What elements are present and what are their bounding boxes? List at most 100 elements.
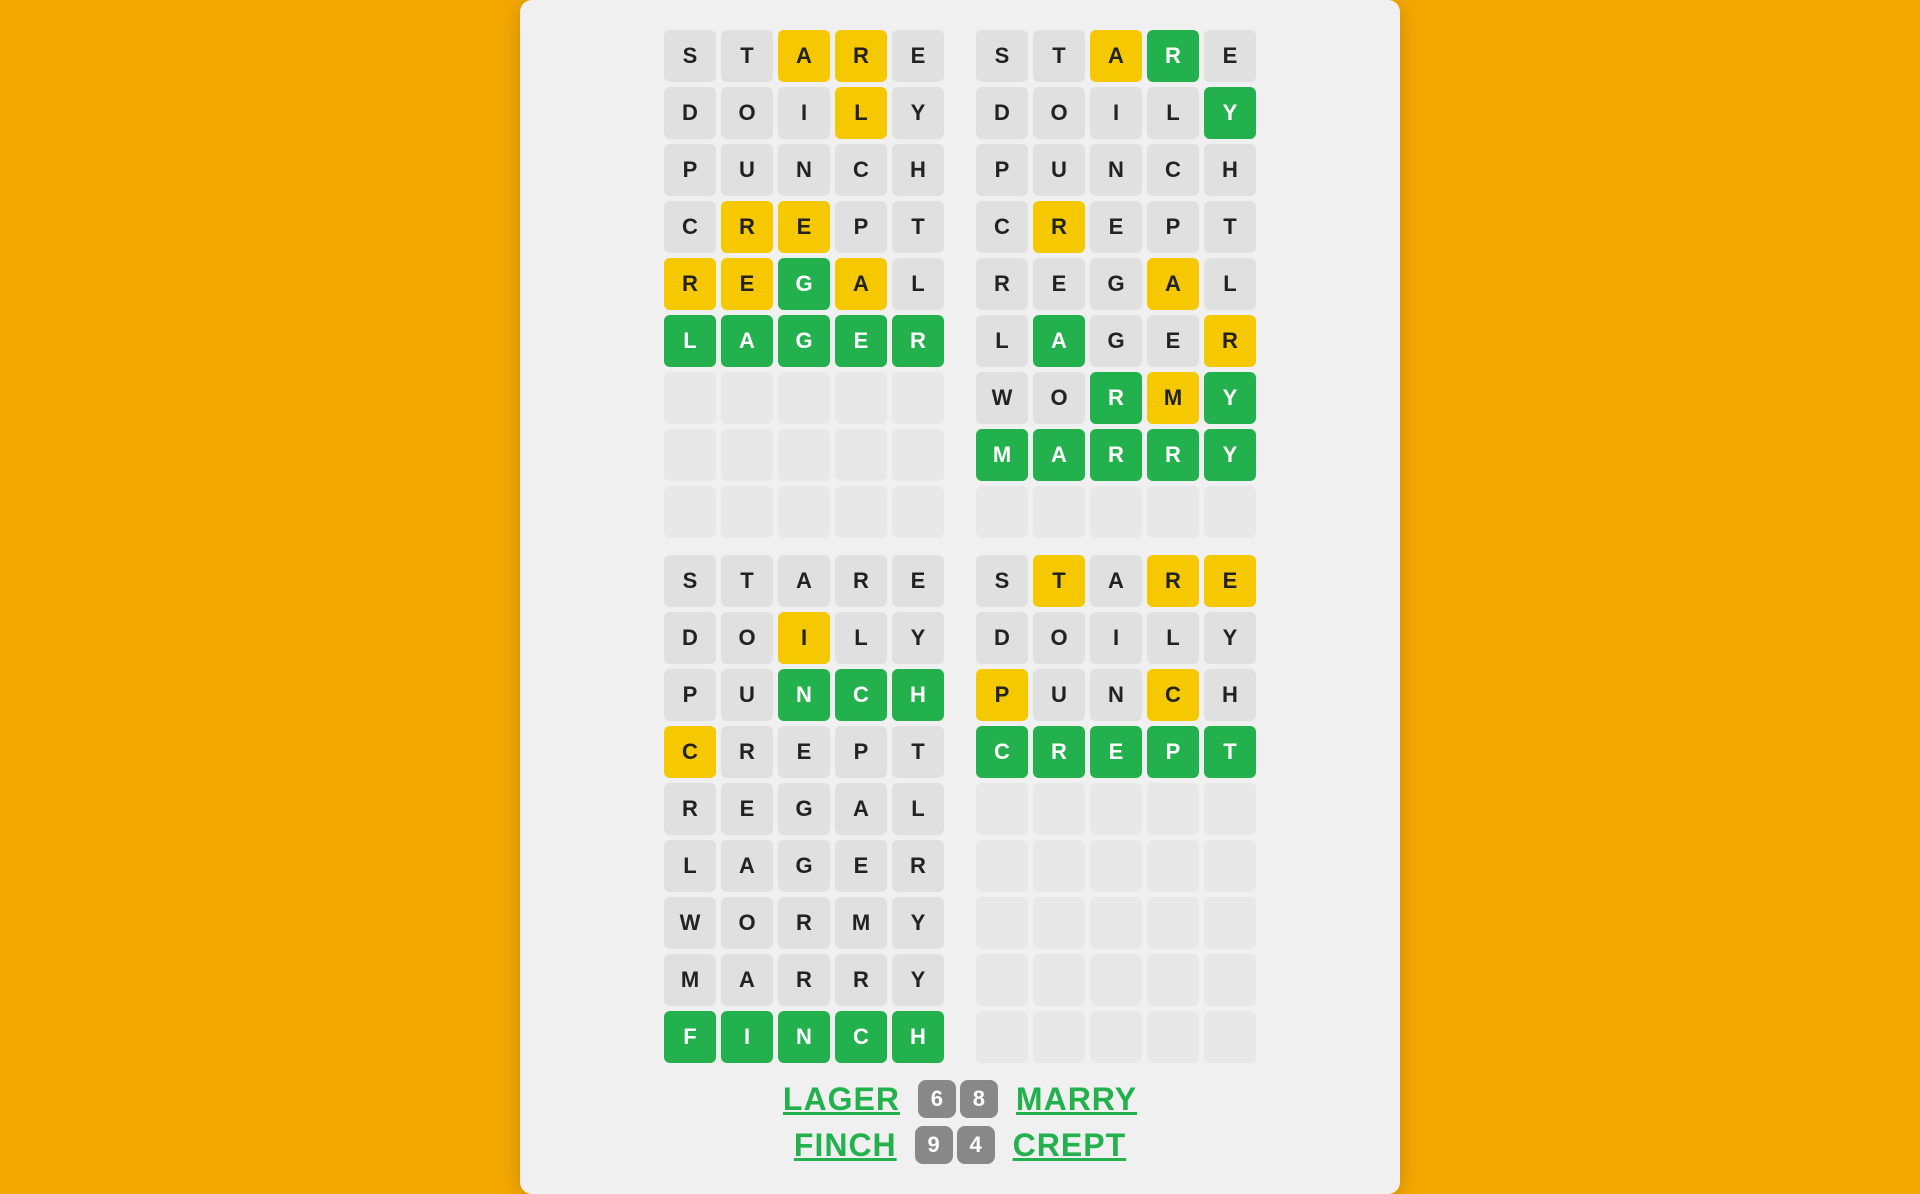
grid-cell: Y bbox=[1204, 87, 1256, 139]
grid-cell: I bbox=[721, 1011, 773, 1063]
grid-cell: G bbox=[778, 258, 830, 310]
score-badge-finch: 9 4 bbox=[915, 1126, 995, 1164]
grid-row bbox=[976, 954, 1256, 1006]
grid-cell: E bbox=[721, 258, 773, 310]
grid-cell: P bbox=[976, 144, 1028, 196]
grid-cell: R bbox=[892, 315, 944, 367]
grid-row bbox=[976, 783, 1256, 835]
grid-cell: R bbox=[778, 954, 830, 1006]
grid-row: REGAL bbox=[664, 783, 944, 835]
grid-cell: R bbox=[1033, 201, 1085, 253]
grid-cell: R bbox=[778, 897, 830, 949]
grid-row: REGAL bbox=[664, 258, 944, 310]
grid-cell-empty bbox=[1147, 840, 1199, 892]
grid-cell-empty bbox=[1033, 840, 1085, 892]
grid-cell: A bbox=[721, 315, 773, 367]
grid-cell: C bbox=[976, 201, 1028, 253]
grid-cell: E bbox=[778, 201, 830, 253]
grid-cell-empty bbox=[1204, 783, 1256, 835]
main-card: STAREDOILYPUNCHCREPTREGALLAGER STAREDOIL… bbox=[520, 0, 1400, 1194]
grid-cell: U bbox=[721, 144, 773, 196]
grid-cell: A bbox=[835, 783, 887, 835]
grid-cell: U bbox=[1033, 144, 1085, 196]
grid-cell: E bbox=[1204, 555, 1256, 607]
grid-cell: R bbox=[976, 258, 1028, 310]
grid-cell: S bbox=[664, 30, 716, 82]
grid-cell: M bbox=[1147, 372, 1199, 424]
grid-cell: H bbox=[1204, 669, 1256, 721]
grid-cell: U bbox=[721, 669, 773, 721]
grid-row: PUNCH bbox=[976, 669, 1256, 721]
grid-row bbox=[664, 429, 944, 481]
grid-cell: Y bbox=[892, 612, 944, 664]
grid-cell: E bbox=[721, 783, 773, 835]
grid-cell-empty bbox=[1033, 486, 1085, 538]
score-row-1: LAGER 6 8 MARRY bbox=[783, 1080, 1137, 1118]
grid-cell: C bbox=[835, 1011, 887, 1063]
grid-cell: O bbox=[721, 897, 773, 949]
grid-row: CREPT bbox=[976, 726, 1256, 778]
grid-row: LAGER bbox=[976, 315, 1256, 367]
grid-cell: L bbox=[835, 612, 887, 664]
bottom-grids-row: STAREDOILYPUNCHCREPTREGALLAGERWORMYMARRY… bbox=[560, 555, 1360, 1068]
answer-word-crept: CREPT bbox=[1013, 1127, 1126, 1164]
grid-cell: Y bbox=[892, 954, 944, 1006]
grid-cell: D bbox=[976, 612, 1028, 664]
top-left-grid: STAREDOILYPUNCHCREPTREGALLAGER bbox=[664, 30, 944, 543]
grid-cell: F bbox=[664, 1011, 716, 1063]
answer-word-finch: FINCH bbox=[794, 1127, 897, 1164]
grid-cell: L bbox=[1204, 258, 1256, 310]
grid-cell: T bbox=[1033, 30, 1085, 82]
grid-cell-empty bbox=[892, 429, 944, 481]
grid-cell: C bbox=[1147, 144, 1199, 196]
grid-cell: N bbox=[778, 1011, 830, 1063]
grid-cell: L bbox=[892, 258, 944, 310]
grid-cell-empty bbox=[721, 372, 773, 424]
grid-cell: R bbox=[835, 954, 887, 1006]
grid-cell: Y bbox=[1204, 429, 1256, 481]
grid-cell-empty bbox=[976, 783, 1028, 835]
grid-row bbox=[976, 840, 1256, 892]
grid-cell: L bbox=[892, 783, 944, 835]
grid-cell: E bbox=[835, 840, 887, 892]
grid-row bbox=[664, 372, 944, 424]
grid-cell: H bbox=[1204, 144, 1256, 196]
grid-row: PUNCH bbox=[664, 669, 944, 721]
grid-cell-empty bbox=[1090, 486, 1142, 538]
bottom-right-grid: STAREDOILYPUNCHCREPT bbox=[976, 555, 1256, 1068]
grid-cell: E bbox=[892, 555, 944, 607]
grid-cell: N bbox=[778, 144, 830, 196]
grid-row: CREPT bbox=[976, 201, 1256, 253]
score-digit-4: 4 bbox=[957, 1126, 995, 1164]
grid-cell: P bbox=[976, 669, 1028, 721]
grid-cell-empty bbox=[1147, 783, 1199, 835]
grid-cell-empty bbox=[721, 429, 773, 481]
grid-cell: T bbox=[892, 201, 944, 253]
grid-cell: A bbox=[1033, 315, 1085, 367]
grid-row bbox=[976, 1011, 1256, 1063]
score-digit-6: 6 bbox=[918, 1080, 956, 1118]
grid-row: WORMY bbox=[976, 372, 1256, 424]
grid-cell-empty bbox=[1204, 486, 1256, 538]
grid-cell-empty bbox=[835, 372, 887, 424]
grid-cell: C bbox=[664, 201, 716, 253]
grid-cell: E bbox=[1033, 258, 1085, 310]
grid-cell: N bbox=[778, 669, 830, 721]
grid-cell: A bbox=[1090, 555, 1142, 607]
grid-cell: G bbox=[1090, 315, 1142, 367]
grid-cell: R bbox=[1090, 429, 1142, 481]
grid-cell-empty bbox=[976, 486, 1028, 538]
grid-cell-empty bbox=[892, 372, 944, 424]
grid-cell: C bbox=[976, 726, 1028, 778]
grid-cell: R bbox=[1033, 726, 1085, 778]
grid-row: CREPT bbox=[664, 201, 944, 253]
grid-row: WORMY bbox=[664, 897, 944, 949]
grid-cell: U bbox=[1033, 669, 1085, 721]
grid-row: CREPT bbox=[664, 726, 944, 778]
grid-row: DOILY bbox=[976, 87, 1256, 139]
grid-cell: N bbox=[1090, 669, 1142, 721]
score-badge-lager: 6 8 bbox=[918, 1080, 998, 1118]
grid-cell-empty bbox=[976, 954, 1028, 1006]
grid-cell: T bbox=[1204, 726, 1256, 778]
grid-cell-empty bbox=[835, 486, 887, 538]
